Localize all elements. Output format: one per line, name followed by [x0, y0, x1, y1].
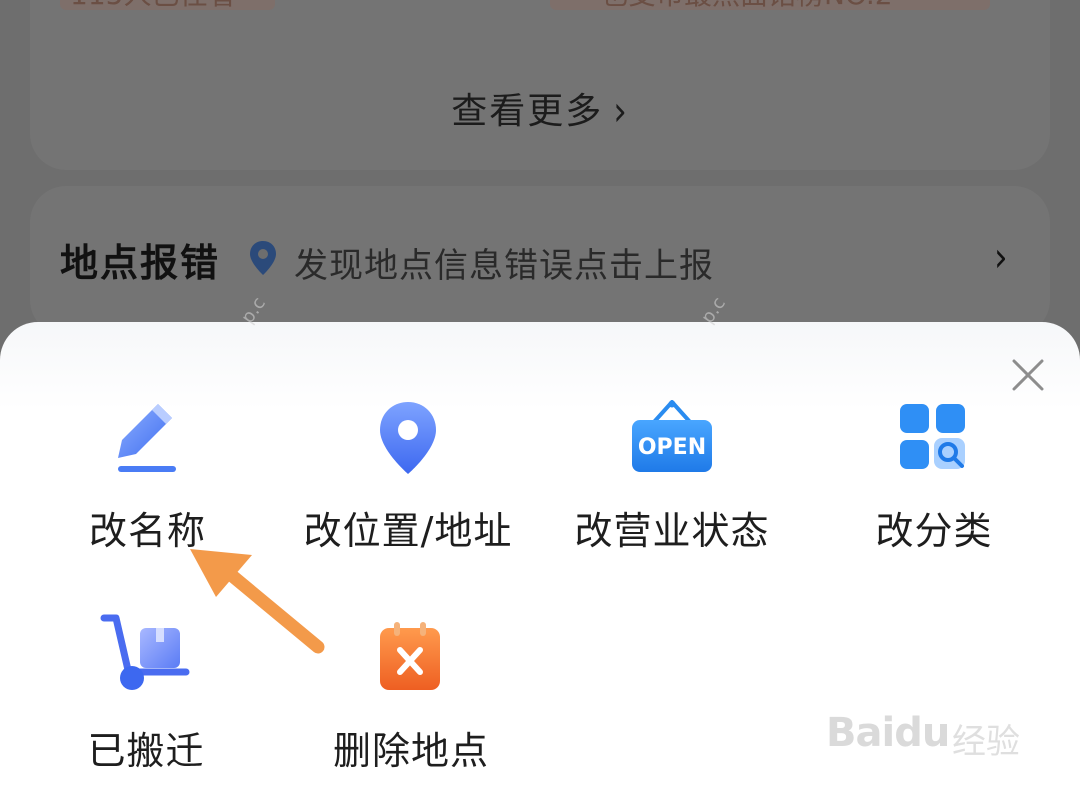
- option-delete-location[interactable]: 删除地点: [320, 612, 502, 773]
- top-tags: 115人已往看 也受市最热面馆榜NO.2: [60, 0, 1020, 10]
- baidu-watermark: Baidu 经验: [826, 692, 1036, 782]
- option-label: 删除地点: [332, 729, 489, 773]
- visitors-tag: 115人已往看: [60, 0, 275, 10]
- location-pin-icon: [380, 402, 436, 474]
- chevron-right-icon: ›: [994, 234, 1008, 282]
- hand-truck-icon: [100, 614, 190, 690]
- category-search-icon: [900, 404, 965, 469]
- watermark-suffix: 经验: [952, 722, 1020, 762]
- option-rename[interactable]: 改名称: [60, 400, 235, 553]
- option-label: 改位置/地址: [303, 509, 513, 553]
- view-more-link[interactable]: 查看更多 ›: [0, 82, 1080, 136]
- close-icon: [1012, 359, 1044, 391]
- open-sign-icon: OPEN: [632, 400, 712, 472]
- option-label: 改分类: [875, 509, 993, 553]
- watermark-text: Baidu: [826, 710, 950, 756]
- open-sign-text: OPEN: [638, 435, 706, 460]
- pencil-icon: [118, 404, 176, 472]
- option-change-status[interactable]: OPEN 改营业状态: [560, 400, 784, 553]
- option-change-location[interactable]: 改位置/地址: [290, 400, 526, 553]
- option-change-category[interactable]: 改分类: [862, 400, 1006, 553]
- chevron-right-icon: ›: [613, 88, 629, 136]
- report-error-description: 发现地点信息错误点击上报: [294, 246, 714, 286]
- option-label: 已搬迁: [87, 729, 205, 773]
- ranking-tag: 也受市最热面馆榜NO.2: [550, 0, 990, 10]
- option-label: 改营业状态: [574, 509, 770, 553]
- close-button[interactable]: [1008, 355, 1048, 395]
- option-moved[interactable]: 已搬迁: [70, 612, 222, 773]
- delete-calendar-icon: [380, 622, 440, 690]
- location-pin-icon: [250, 241, 276, 275]
- view-more-label: 查看更多: [451, 91, 604, 132]
- option-label: 改名称: [88, 509, 206, 553]
- report-error-title: 地点报错: [60, 241, 221, 285]
